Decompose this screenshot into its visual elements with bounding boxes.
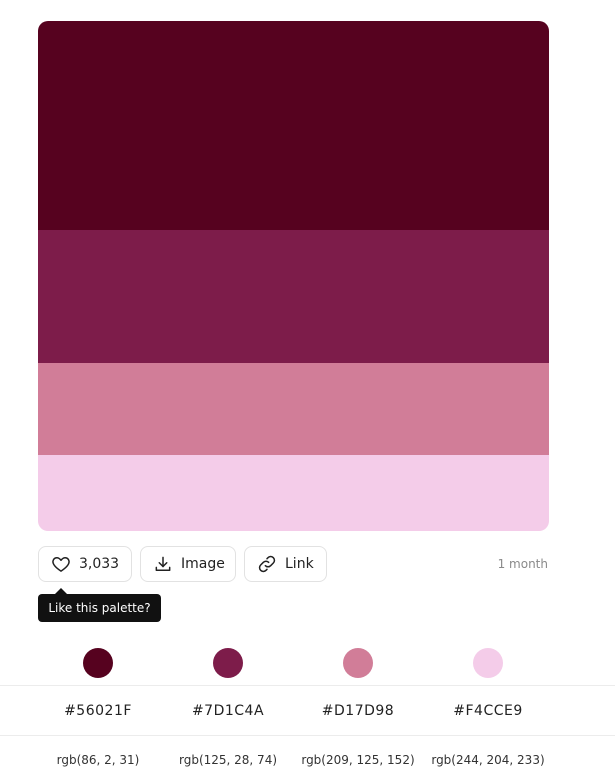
like-tooltip: Like this palette?	[38, 588, 161, 622]
rgb-value[interactable]: rgb(86, 2, 31)	[33, 736, 163, 775]
copy-link-button[interactable]: Link	[244, 546, 327, 582]
hex-value[interactable]: #7D1C4A	[163, 686, 293, 735]
link-label: Link	[285, 556, 314, 572]
download-icon	[153, 554, 173, 574]
color-cell[interactable]	[163, 640, 293, 685]
color-cell[interactable]	[423, 640, 553, 685]
like-button[interactable]: 3,033	[38, 546, 132, 582]
color-cell[interactable]	[293, 640, 423, 685]
palette-swatch[interactable]	[38, 230, 549, 363]
palette-page: 3,033 Image Link 1 month Like this palet…	[0, 0, 615, 775]
link-icon	[257, 554, 277, 574]
like-count: 3,033	[79, 556, 120, 572]
color-dot[interactable]	[213, 647, 243, 678]
rgb-value[interactable]: rgb(209, 125, 152)	[293, 736, 423, 775]
hex-value[interactable]: #56021F	[33, 686, 163, 735]
rgb-value[interactable]: rgb(125, 28, 74)	[163, 736, 293, 775]
palette-preview[interactable]	[38, 21, 549, 531]
palette-swatch[interactable]	[38, 21, 549, 230]
rgb-value[interactable]: rgb(244, 204, 233)	[423, 736, 553, 775]
heart-icon	[51, 554, 71, 574]
download-image-button[interactable]: Image	[140, 546, 236, 582]
image-label: Image	[181, 556, 225, 572]
palette-actions: 3,033 Image Link	[38, 546, 327, 582]
hex-values-row: #56021F #7D1C4A #D17D98 #F4CCE9	[0, 685, 615, 736]
color-details: #56021F #7D1C4A #D17D98 #F4CCE9 rgb(86, …	[0, 640, 615, 775]
color-cell[interactable]	[33, 640, 163, 685]
color-dot[interactable]	[473, 647, 503, 678]
color-dot[interactable]	[343, 647, 373, 678]
hex-value[interactable]: #F4CCE9	[423, 686, 553, 735]
color-dots-row	[0, 640, 615, 685]
time-ago: 1 month	[497, 557, 548, 571]
hex-value[interactable]: #D17D98	[293, 686, 423, 735]
rgb-values-row: rgb(86, 2, 31) rgb(125, 28, 74) rgb(209,…	[0, 736, 615, 775]
palette-swatch[interactable]	[38, 455, 549, 531]
color-dot[interactable]	[83, 647, 113, 678]
palette-swatch[interactable]	[38, 363, 549, 455]
